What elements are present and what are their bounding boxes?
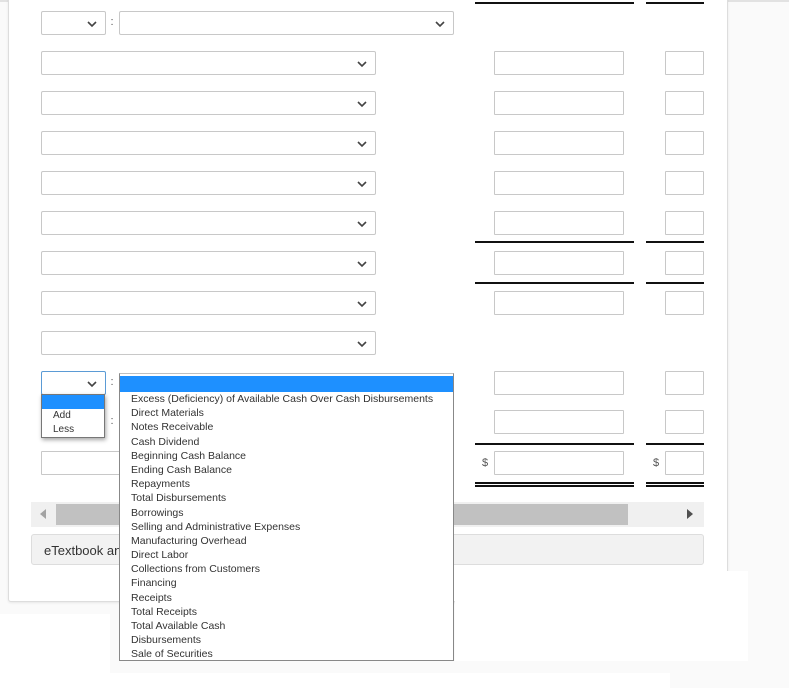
prefix-option-add[interactable]: Add <box>42 409 104 423</box>
amount-input-col2-row-5[interactable] <box>665 171 704 195</box>
double-total-rule <box>646 482 704 487</box>
label-option[interactable]: Collections from Customers <box>120 562 453 576</box>
chevron-down-icon <box>357 101 367 108</box>
amount-input-col1-row-4[interactable] <box>494 131 624 155</box>
subtotal-rule <box>475 241 634 243</box>
scroll-left-arrow-icon[interactable] <box>40 509 46 519</box>
colon-separator: : <box>110 376 114 388</box>
amount-input-col1-row-11[interactable] <box>494 410 624 434</box>
amount-input-col1-row-3[interactable] <box>494 91 624 115</box>
label-option[interactable]: Direct Materials <box>120 406 453 420</box>
column-rule <box>646 2 704 4</box>
total-input-col1[interactable] <box>494 451 624 475</box>
total-input-col2[interactable] <box>665 451 704 475</box>
scroll-right-arrow-icon[interactable] <box>687 509 693 519</box>
label-option[interactable]: Selling and Administrative Expenses <box>120 520 453 534</box>
total-rule <box>475 443 634 445</box>
label-option[interactable]: Total Disbursements <box>120 491 453 505</box>
label-select-row-3[interactable] <box>41 91 376 115</box>
label-option[interactable]: Financing <box>120 576 453 590</box>
label-option[interactable]: Total Receipts <box>120 605 453 619</box>
amount-input-col1-row-2[interactable] <box>494 51 624 75</box>
amount-input-col2-row-8[interactable] <box>665 291 704 315</box>
label-option[interactable]: Manufacturing Overhead <box>120 534 453 548</box>
prefix-option-blank[interactable] <box>42 395 104 409</box>
overlay-block <box>455 571 748 661</box>
label-select-row-6[interactable] <box>41 211 376 235</box>
currency-symbol: $ <box>653 457 660 469</box>
chevron-down-icon <box>357 261 367 268</box>
label-select-row-4[interactable] <box>41 131 376 155</box>
label-option[interactable]: Repayments <box>120 477 453 491</box>
colon-separator: : <box>110 16 114 28</box>
total-label-field[interactable] <box>41 451 131 475</box>
label-select-row-2[interactable] <box>41 51 376 75</box>
overlay-block <box>0 614 110 688</box>
overlay-block <box>110 673 670 688</box>
chevron-down-icon <box>357 221 367 228</box>
total-rule <box>646 443 704 445</box>
subtotal-rule <box>475 282 634 284</box>
amount-input-col2-row-3[interactable] <box>665 91 704 115</box>
amount-input-col2-row-11[interactable] <box>665 410 704 434</box>
label-option[interactable]: Total Available Cash <box>120 619 453 633</box>
label-option[interactable]: Ending Cash Balance <box>120 463 453 477</box>
chevron-down-icon <box>87 21 97 28</box>
label-select-row-8[interactable] <box>41 291 376 315</box>
label-select-row-7[interactable] <box>41 251 376 275</box>
amount-input-col1-row-8[interactable] <box>494 291 624 315</box>
chevron-down-icon <box>357 301 367 308</box>
double-total-rule <box>475 482 634 487</box>
chevron-down-icon <box>87 381 97 388</box>
label-select-row-1[interactable] <box>119 11 454 35</box>
label-dropdown-list: Excess (Deficiency) of Available Cash Ov… <box>119 373 454 661</box>
subtotal-rule <box>646 241 704 243</box>
chevron-down-icon <box>357 341 367 348</box>
label-option[interactable]: Sale of Securities <box>120 647 453 660</box>
amount-input-col1-row-10[interactable] <box>494 371 624 395</box>
label-option[interactable]: Borrowings <box>120 506 453 520</box>
prefix-dropdown-list: Add Less <box>41 394 105 438</box>
label-option[interactable]: Excess (Deficiency) of Available Cash Ov… <box>120 392 453 406</box>
prefix-select-row-1[interactable] <box>41 11 106 35</box>
label-option[interactable] <box>120 376 453 392</box>
subtotal-rule <box>646 282 704 284</box>
column-rule <box>475 2 634 4</box>
label-option[interactable]: Disbursements <box>120 633 453 647</box>
label-select-row-5[interactable] <box>41 171 376 195</box>
currency-symbol: $ <box>482 457 489 469</box>
amount-input-col2-row-6[interactable] <box>665 211 704 235</box>
amount-input-col1-row-6[interactable] <box>494 211 624 235</box>
label-option[interactable]: Receipts <box>120 591 453 605</box>
colon-separator: : <box>110 415 114 427</box>
prefix-option-less[interactable]: Less <box>42 423 104 437</box>
label-select-row-9[interactable] <box>41 331 376 355</box>
chevron-down-icon <box>357 61 367 68</box>
amount-input-col2-row-2[interactable] <box>665 51 704 75</box>
chevron-down-icon <box>357 181 367 188</box>
prefix-select-row-10[interactable] <box>41 371 106 395</box>
label-option[interactable]: Notes Receivable <box>120 420 453 434</box>
label-option[interactable]: Beginning Cash Balance <box>120 449 453 463</box>
amount-input-col1-row-7[interactable] <box>494 251 624 275</box>
amount-input-col2-row-10[interactable] <box>665 371 704 395</box>
amount-input-col2-row-4[interactable] <box>665 131 704 155</box>
amount-input-col1-row-5[interactable] <box>494 171 624 195</box>
label-option[interactable]: Direct Labor <box>120 548 453 562</box>
label-option[interactable]: Cash Dividend <box>120 435 453 449</box>
chevron-down-icon <box>435 21 445 28</box>
chevron-down-icon <box>357 141 367 148</box>
amount-input-col2-row-7[interactable] <box>665 251 704 275</box>
